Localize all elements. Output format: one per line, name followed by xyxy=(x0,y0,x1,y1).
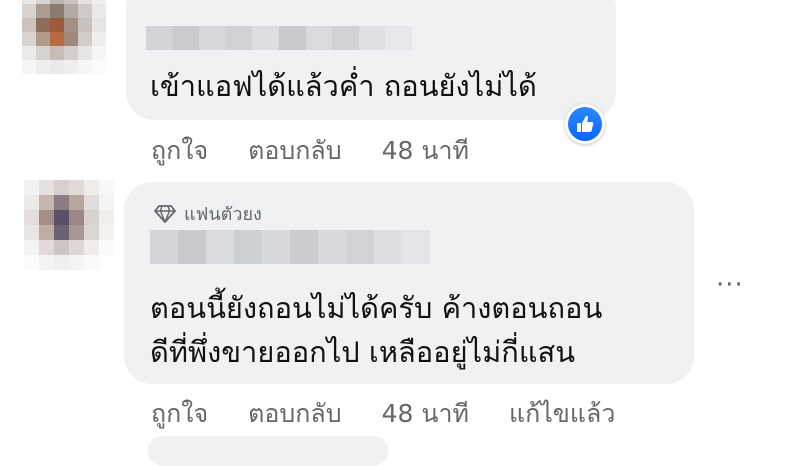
reply-button[interactable]: ตอบกลับ xyxy=(248,394,341,434)
reaction-badge[interactable] xyxy=(565,104,605,144)
like-button[interactable]: ถูกใจ xyxy=(151,394,208,434)
reply-button[interactable]: ตอบกลับ xyxy=(248,131,341,171)
avatar[interactable] xyxy=(24,180,114,270)
next-comment-bubble-edge xyxy=(148,436,388,466)
like-button[interactable]: ถูกใจ xyxy=(151,131,208,171)
timestamp-link[interactable]: 48 นาที xyxy=(382,394,469,434)
comment-actions: ถูกใจ ตอบกลับ 48 นาที xyxy=(151,131,469,171)
comment-text: เข้าแอฟได้แล้วค่ำ ถอนยังไม่ได้ xyxy=(150,64,537,108)
comment-text-line: ดีที่พึ่งขายออกไป เหลืออยู่ไม่กี่แสน xyxy=(150,335,576,369)
author-name-blurred[interactable] xyxy=(150,230,430,264)
comment-text: ตอนนี้ยังถอนไม่ได้ครับ ค้างตอนถอน ดีที่พ… xyxy=(150,286,602,374)
badge-label: แฟนตัวยง xyxy=(184,204,262,225)
comment-actions: ถูกใจ ตอบกลับ 48 นาที แก้ไขแล้ว xyxy=(151,394,615,434)
comment-text-line: เข้าแอฟได้แล้วค่ำ ถอนยังไม่ได้ xyxy=(150,69,537,103)
top-fan-badge[interactable]: แฟนตัวยง xyxy=(154,199,262,228)
diamond-icon xyxy=(154,204,176,223)
edited-label: แก้ไขแล้ว xyxy=(508,399,616,428)
comment-text-line: ตอนนี้ยังถอนไม่ได้ครับ ค้างตอนถอน xyxy=(150,291,603,325)
like-icon xyxy=(568,107,602,141)
author-name-blurred[interactable] xyxy=(146,26,412,50)
avatar[interactable] xyxy=(22,0,106,74)
more-options-icon[interactable]: ··· xyxy=(716,270,744,300)
timestamp-link[interactable]: 48 นาที xyxy=(382,131,469,171)
